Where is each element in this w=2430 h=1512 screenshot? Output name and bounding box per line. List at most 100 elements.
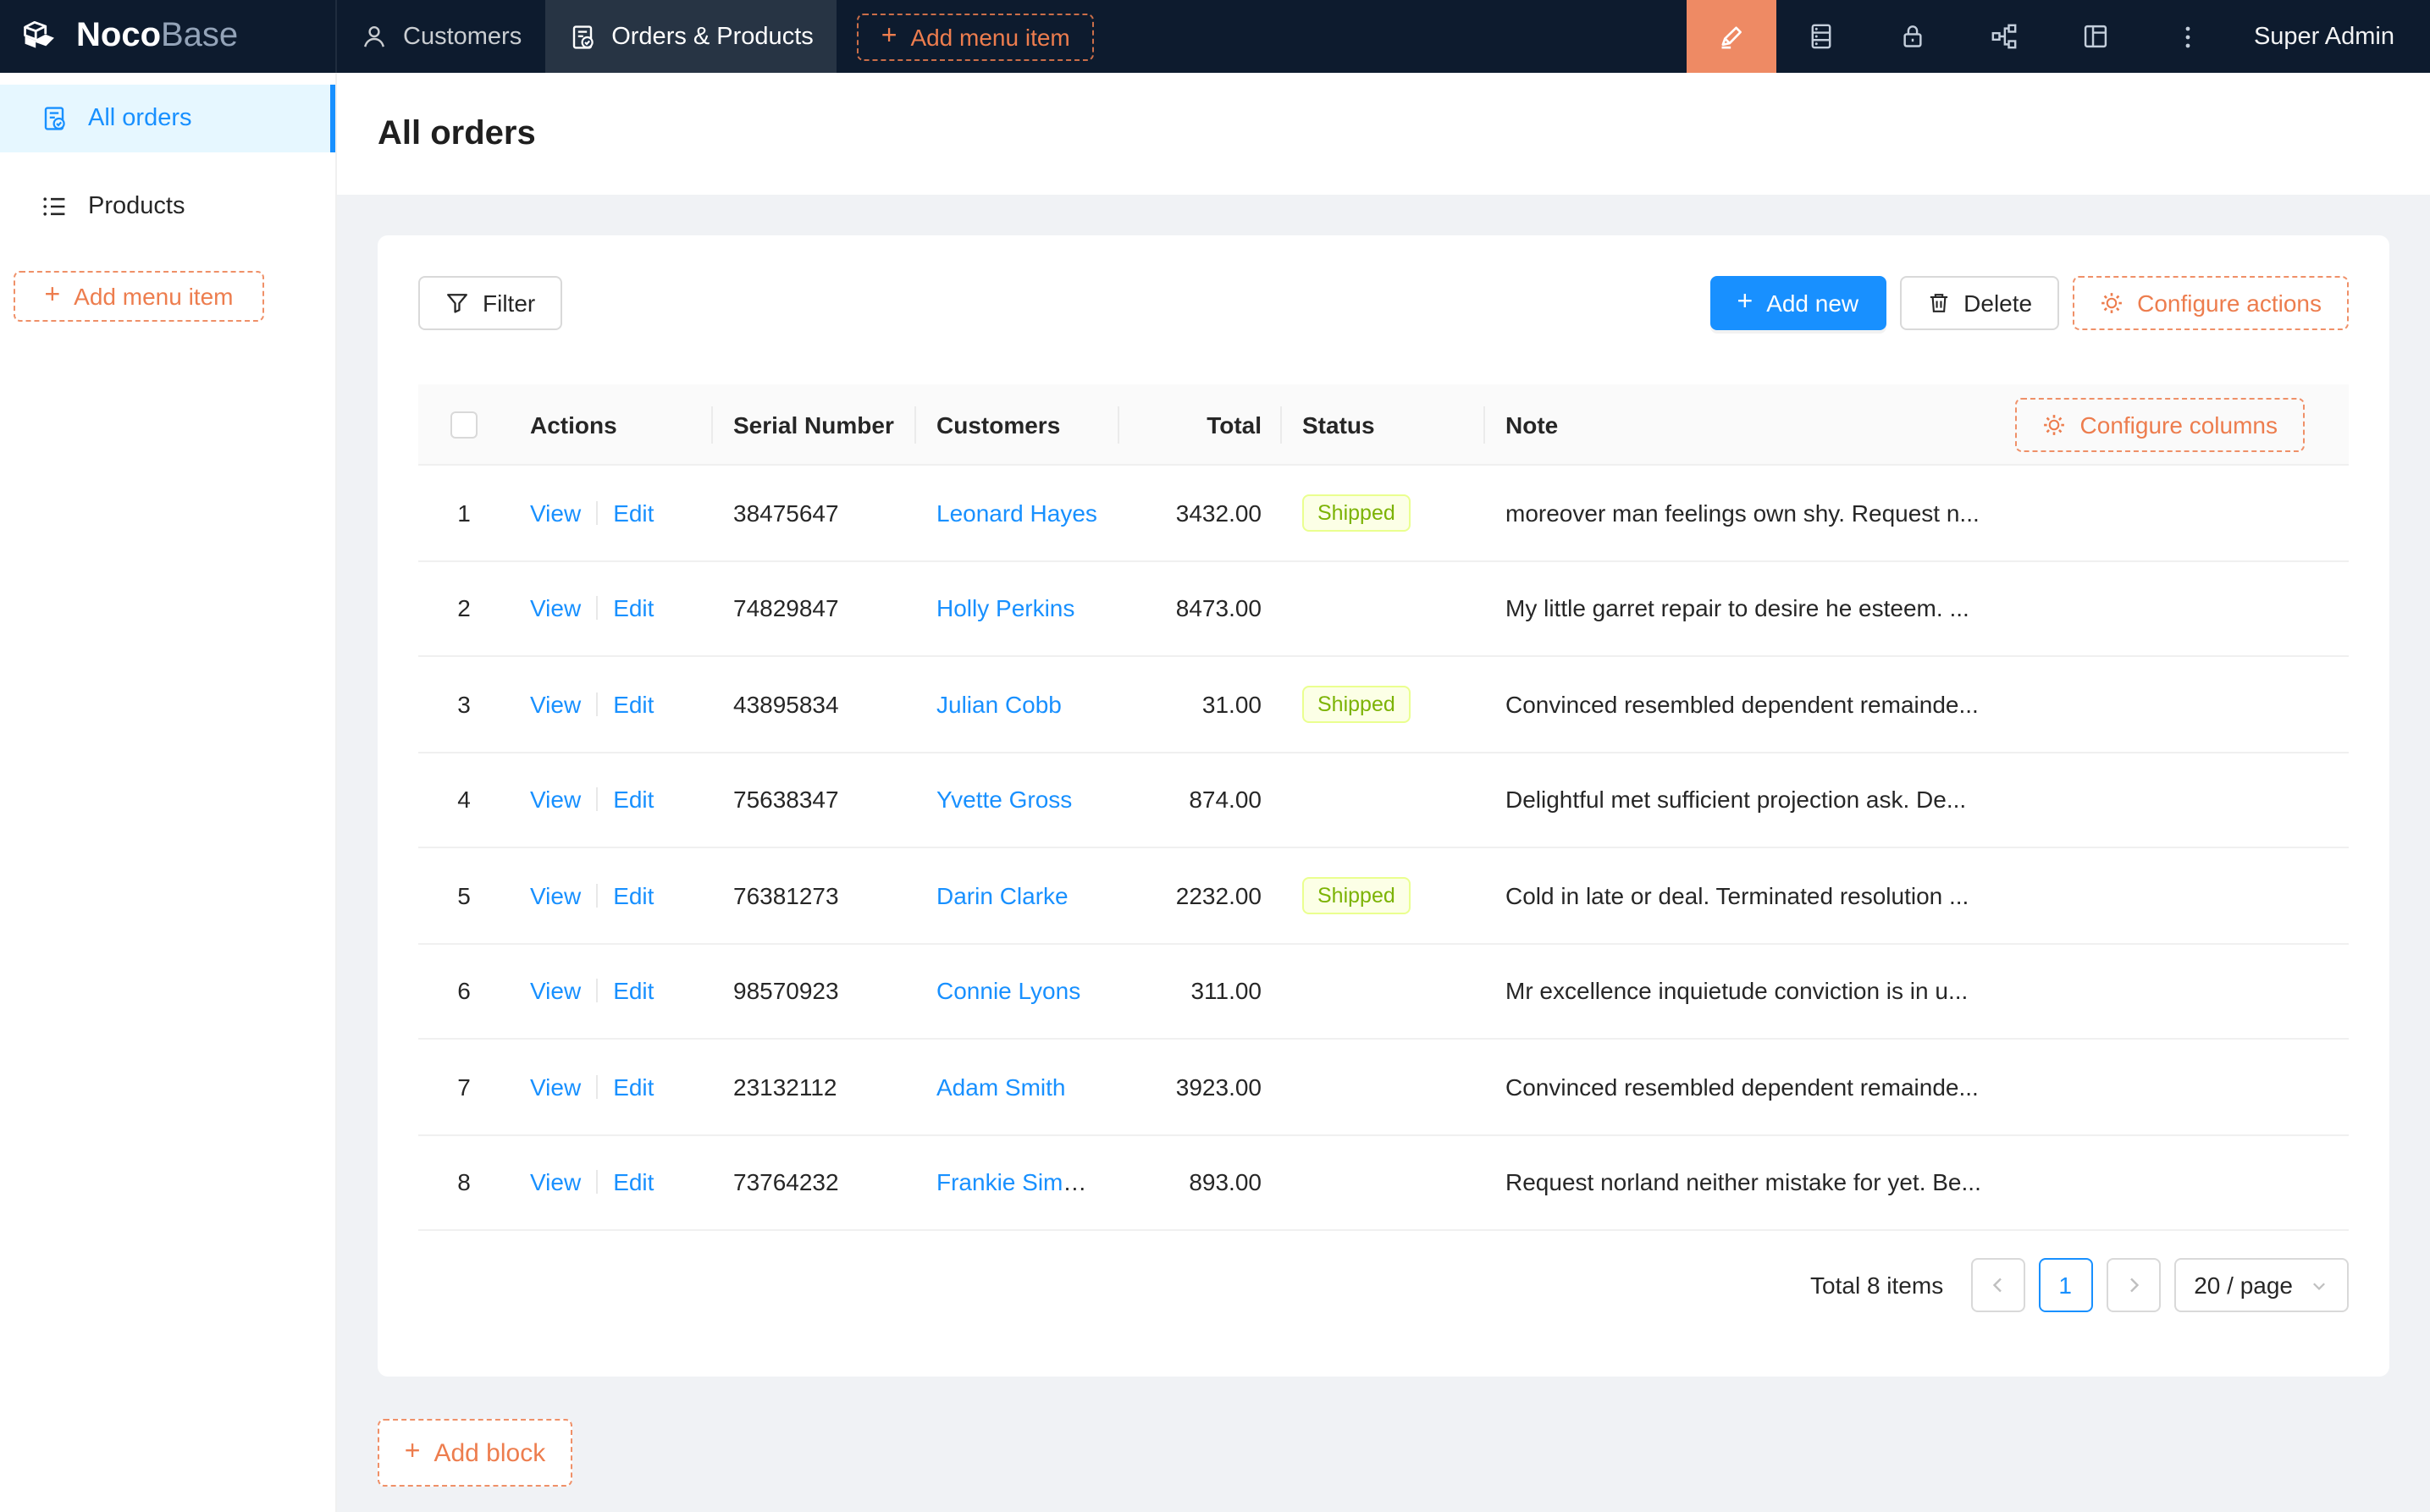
collections-database-button[interactable]	[1776, 0, 1868, 73]
status-cell: Shipped	[1282, 494, 1485, 532]
column-header-status: Status	[1282, 411, 1485, 438]
customer-link[interactable]: Leonard Hayes	[936, 499, 1097, 527]
brand[interactable]: NocoBase	[0, 0, 337, 73]
customer-cell: Connie Lyons	[916, 978, 1119, 1005]
edit-link[interactable]: Edit	[613, 691, 654, 718]
list-icon	[41, 193, 68, 220]
sidebar-item-products[interactable]: Products	[0, 173, 335, 240]
customer-link[interactable]: Julian Cobb	[936, 691, 1062, 718]
row-index: 7	[418, 1073, 510, 1101]
actions-divider	[596, 884, 598, 908]
pagination-prev-button[interactable]	[1970, 1258, 2024, 1312]
configure-actions-label: Configure actions	[2137, 290, 2322, 317]
customer-link[interactable]: Holly Perkins	[936, 595, 1074, 622]
note-cell: Delightful met sufficient projection ask…	[1485, 786, 2349, 814]
tab-label: Orders & Products	[611, 23, 814, 50]
edit-link[interactable]: Edit	[613, 595, 654, 622]
edit-link[interactable]: Edit	[613, 786, 654, 814]
table-row[interactable]: 8 ViewEdit 73764232 Frankie Simpson 893.…	[418, 1135, 2349, 1231]
view-link[interactable]: View	[530, 978, 581, 1005]
edit-link[interactable]: Edit	[613, 882, 654, 909]
view-link[interactable]: View	[530, 1073, 581, 1101]
partition-workflow-button[interactable]	[1959, 0, 2051, 73]
actions-divider	[596, 1075, 598, 1099]
view-link[interactable]: View	[530, 499, 581, 527]
row-index: 1	[418, 499, 510, 527]
customer-cell: Leonard Hayes	[916, 499, 1119, 527]
note-cell: Convinced resembled dependent remainde..…	[1485, 1073, 2349, 1101]
person-icon	[361, 23, 388, 50]
plus-icon: +	[1737, 290, 1753, 317]
ui-editor-button[interactable]	[1687, 0, 1776, 73]
actions-divider	[596, 693, 598, 716]
tab-customers[interactable]: Customers	[337, 0, 545, 73]
customer-link[interactable]: Darin Clarke	[936, 882, 1069, 909]
table-body: 1 ViewEdit 38475647 Leonard Hayes 3432.0…	[418, 466, 2349, 1231]
sidebar-item-all-orders[interactable]: All orders	[0, 85, 335, 152]
pagination-page-1[interactable]: 1	[2038, 1258, 2092, 1312]
view-link[interactable]: View	[530, 595, 581, 622]
customer-cell: Darin Clarke	[916, 882, 1119, 909]
customer-link[interactable]: Yvette Gross	[936, 786, 1072, 814]
customer-cell: Holly Perkins	[916, 595, 1119, 622]
table-row[interactable]: 6 ViewEdit 98570923 Connie Lyons 311.00 …	[418, 944, 2349, 1040]
actions-divider	[596, 788, 598, 812]
customer-link[interactable]: Frankie Simpson	[936, 1169, 1114, 1196]
tab-orders-products[interactable]: Orders & Products	[545, 0, 837, 73]
chevron-left-icon	[1987, 1275, 2008, 1295]
page-size-select[interactable]: 20 / page	[2173, 1258, 2349, 1312]
column-header-actions: Actions	[510, 411, 713, 438]
row-actions: View Edit	[510, 786, 713, 814]
layout-settings-button[interactable]	[2051, 0, 2142, 73]
sidebar-item-label: Products	[88, 193, 185, 220]
delete-button[interactable]: Delete	[1899, 276, 2059, 330]
row-actions: View Edit	[510, 691, 713, 718]
view-link[interactable]: View	[530, 882, 581, 909]
table-row[interactable]: 5 ViewEdit 76381273 Darin Clarke 2232.00…	[418, 848, 2349, 944]
serial-number-cell: 98570923	[713, 978, 916, 1005]
view-link[interactable]: View	[530, 1169, 581, 1196]
ellipsis-vertical-icon[interactable]	[2142, 0, 2234, 73]
customer-link[interactable]: Adam Smith	[936, 1073, 1066, 1101]
total-cell: 2232.00	[1119, 882, 1282, 909]
edit-link[interactable]: Edit	[613, 1073, 654, 1101]
sidebar-add-menu-item-button[interactable]: + Add menu item	[14, 271, 264, 322]
sidebar-item-label: All orders	[88, 105, 192, 132]
status-badge: Shipped	[1302, 877, 1411, 914]
table-row[interactable]: 3 ViewEdit 43895834 Julian Cobb 31.00 Sh…	[418, 657, 2349, 753]
column-header-customers: Customers	[916, 411, 1119, 438]
note-cell: moreover man feelings own shy. Request n…	[1485, 499, 2349, 527]
view-link[interactable]: View	[530, 691, 581, 718]
pagination-next-button[interactable]	[2106, 1258, 2160, 1312]
edit-link[interactable]: Edit	[613, 978, 654, 1005]
filter-button[interactable]: Filter	[418, 276, 562, 330]
add-block-button[interactable]: + Add block	[378, 1419, 572, 1487]
logo-base: Base	[161, 17, 238, 54]
row-actions: View Edit	[510, 1169, 713, 1196]
customer-link[interactable]: Connie Lyons	[936, 978, 1080, 1005]
configure-columns-button[interactable]: Configure columns	[2016, 397, 2305, 451]
edit-link[interactable]: Edit	[613, 1169, 654, 1196]
nav-add-menu-item-button[interactable]: + Add menu item	[858, 13, 1094, 60]
add-new-button[interactable]: + Add new	[1710, 276, 1886, 330]
app-root: NocoBase Customers	[0, 0, 2430, 1512]
lock-acl-button[interactable]	[1868, 0, 1959, 73]
column-header-serial-number: Serial Number	[713, 411, 916, 438]
table-row[interactable]: 2 ViewEdit 74829847 Holly Perkins 8473.0…	[418, 561, 2349, 657]
customer-cell: Adam Smith	[916, 1073, 1119, 1101]
user-menu[interactable]: Super Admin	[2234, 0, 2430, 73]
view-link[interactable]: View	[530, 786, 581, 814]
total-cell: 311.00	[1119, 978, 1282, 1005]
table-row[interactable]: 1 ViewEdit 38475647 Leonard Hayes 3432.0…	[418, 466, 2349, 561]
select-all-checkbox[interactable]	[450, 411, 478, 438]
table-row[interactable]: 4 ViewEdit 75638347 Yvette Gross 874.00 …	[418, 753, 2349, 848]
table-header-row: Actions Serial Number Customers Total St…	[418, 384, 2349, 466]
main-area: All orders Filter	[337, 73, 2430, 1512]
edit-link[interactable]: Edit	[613, 499, 654, 527]
gear-icon	[2043, 412, 2067, 436]
actions-divider	[596, 1171, 598, 1195]
configure-actions-button[interactable]: Configure actions	[2073, 276, 2349, 330]
table-row[interactable]: 7 ViewEdit 23132112 Adam Smith 3923.00 C…	[418, 1040, 2349, 1135]
nav-spacer	[1094, 0, 1687, 73]
actions-divider	[596, 979, 598, 1003]
